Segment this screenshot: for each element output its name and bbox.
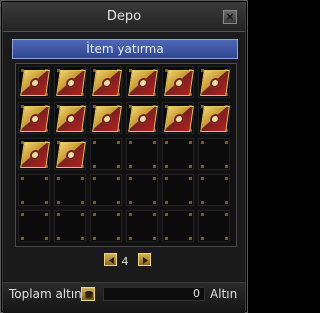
inventory-slot[interactable] <box>162 138 194 170</box>
close-button[interactable]: × <box>223 10 237 24</box>
inventory-slot[interactable] <box>18 210 50 242</box>
total-gold-label: Toplam altın <box>9 287 82 301</box>
inventory-slot[interactable] <box>126 174 158 206</box>
tab-item-deposit[interactable]: İtem yatırma <box>12 39 238 59</box>
inventory-slot[interactable] <box>90 174 122 206</box>
inventory-slot[interactable] <box>198 210 230 242</box>
inventory-slot[interactable] <box>162 102 194 134</box>
inventory-slot[interactable] <box>198 102 230 134</box>
inventory-slot[interactable] <box>198 174 230 206</box>
inventory-slot[interactable] <box>18 66 50 98</box>
inventory-slot[interactable] <box>126 102 158 134</box>
red-card-item[interactable] <box>128 70 158 96</box>
red-card-item[interactable] <box>128 106 158 132</box>
right-arrow-icon <box>143 257 148 264</box>
inventory-slot[interactable] <box>90 102 122 134</box>
inventory-slot[interactable] <box>162 174 194 206</box>
gold-coins-icon <box>85 291 93 299</box>
page-number: 4 <box>121 255 129 268</box>
inventory-slot[interactable] <box>126 138 158 170</box>
inventory-slot[interactable] <box>90 210 122 242</box>
gold-button[interactable] <box>81 287 95 301</box>
red-card-item[interactable] <box>164 70 194 96</box>
title-bar[interactable]: Depo × <box>3 3 245 32</box>
inventory-slot[interactable] <box>54 174 86 206</box>
red-card-item[interactable] <box>164 106 194 132</box>
red-card-item[interactable] <box>200 106 230 132</box>
red-card-item[interactable] <box>56 142 86 168</box>
inventory-slot[interactable] <box>18 102 50 134</box>
inventory-slot[interactable] <box>54 66 86 98</box>
inventory-slot[interactable] <box>198 138 230 170</box>
window-title: Depo <box>106 9 142 24</box>
red-card-item[interactable] <box>200 70 230 96</box>
inventory-slot[interactable] <box>18 174 50 206</box>
inventory-slot[interactable] <box>198 66 230 98</box>
inventory-slot[interactable] <box>90 138 122 170</box>
gold-amount-field[interactable]: 0 <box>103 287 205 301</box>
red-card-item[interactable] <box>56 70 86 96</box>
red-card-item[interactable] <box>56 106 86 132</box>
next-page-button[interactable] <box>138 253 151 266</box>
inventory-slot[interactable] <box>126 210 158 242</box>
inventory-slot[interactable] <box>54 138 86 170</box>
inventory-slot[interactable] <box>90 66 122 98</box>
inventory-slot[interactable] <box>18 138 50 170</box>
red-card-item[interactable] <box>20 142 50 168</box>
left-arrow-icon <box>109 257 114 264</box>
red-card-item[interactable] <box>92 106 122 132</box>
inventory-slot[interactable] <box>54 102 86 134</box>
currency-label: Altın <box>210 287 238 301</box>
prev-page-button[interactable] <box>104 253 117 266</box>
inventory-slot[interactable] <box>54 210 86 242</box>
storage-window: Depo × İtem yatırma 4 Toplam altın 0 Alt… <box>0 0 248 313</box>
inventory-slot[interactable] <box>162 66 194 98</box>
inventory-grid <box>15 63 237 247</box>
inventory-slot[interactable] <box>126 66 158 98</box>
red-card-item[interactable] <box>92 70 122 96</box>
red-card-item[interactable] <box>20 106 50 132</box>
red-card-item[interactable] <box>20 70 50 96</box>
inventory-slot[interactable] <box>162 210 194 242</box>
